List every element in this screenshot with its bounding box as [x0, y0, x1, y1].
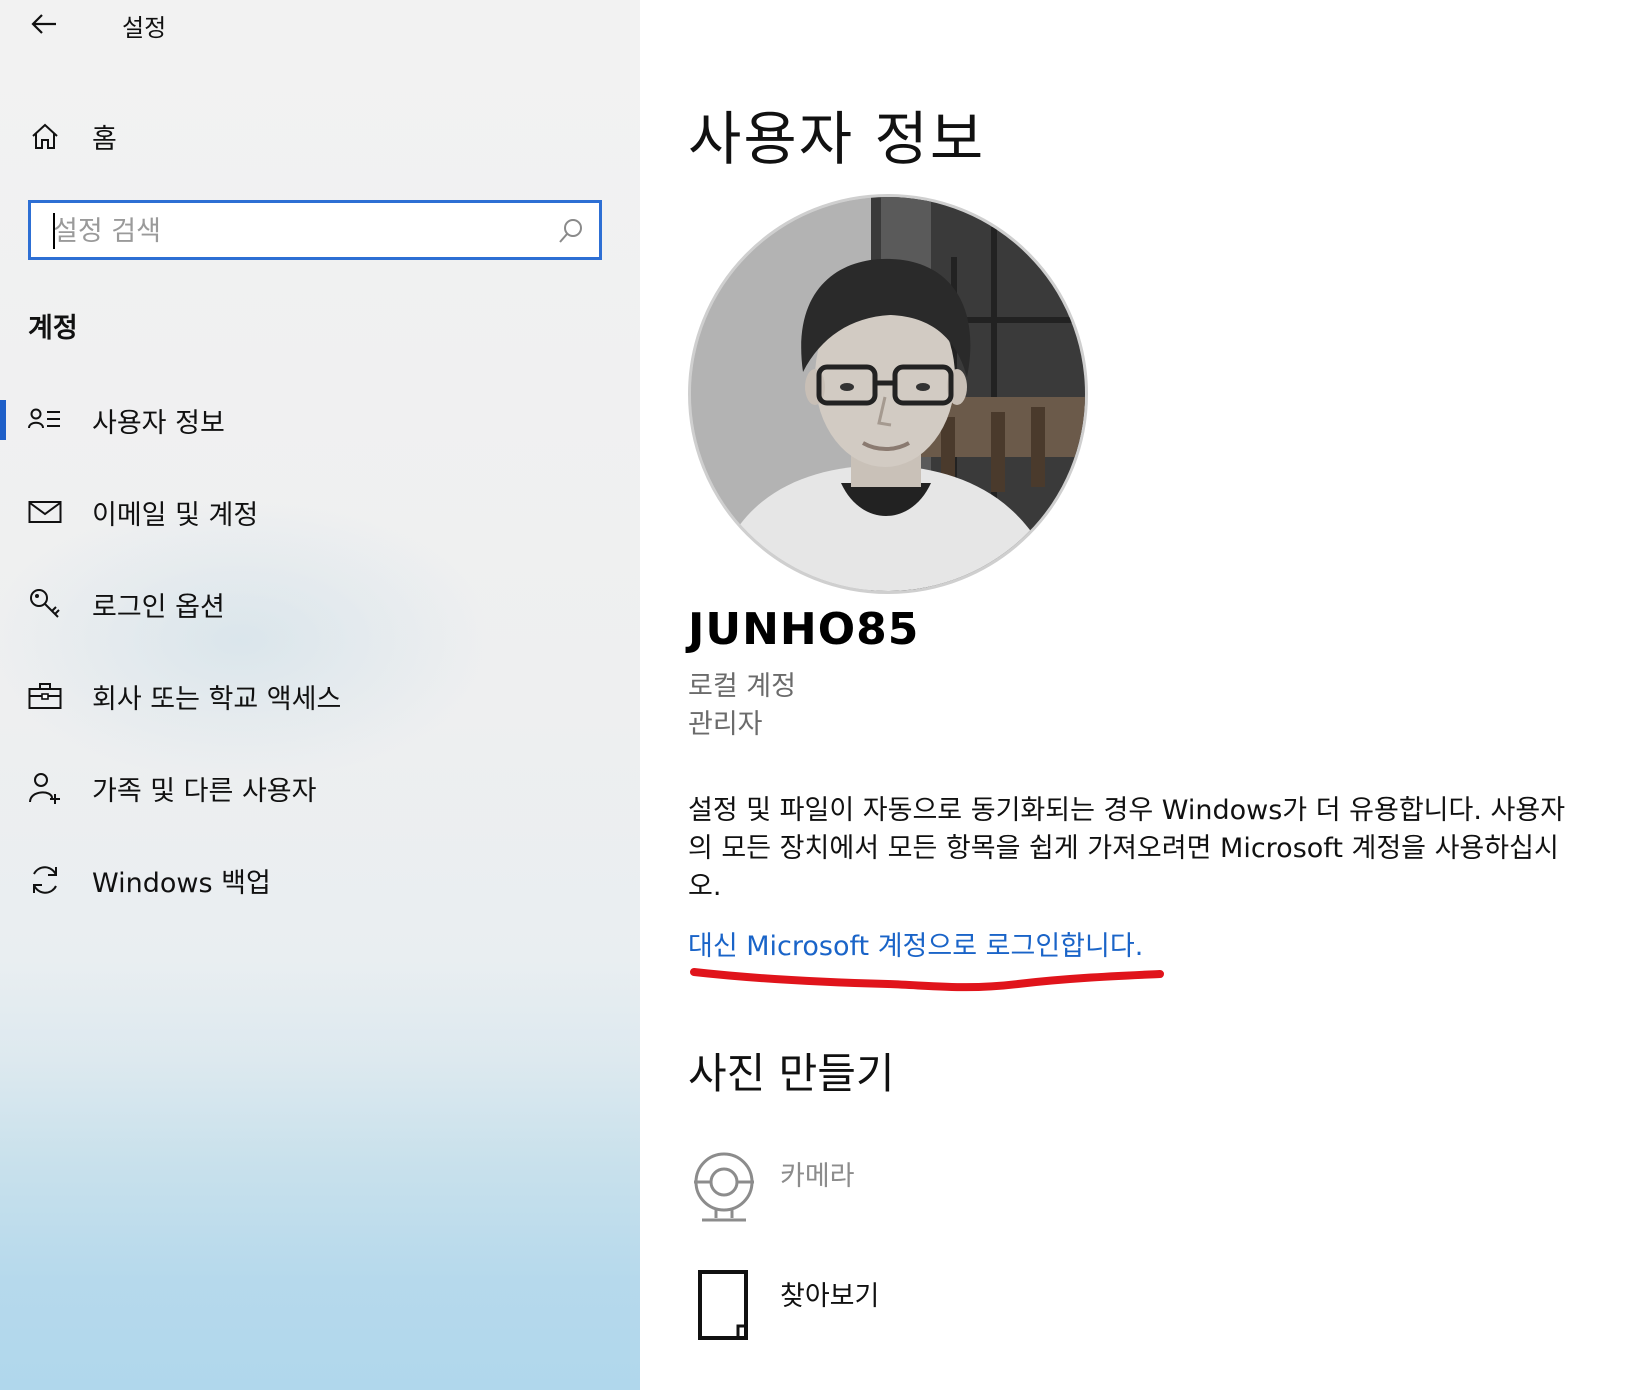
- browse-option[interactable]: 찾아보기: [688, 1266, 1188, 1356]
- page-title: 사용자 정보: [688, 105, 986, 173]
- profile-photo: [691, 197, 1085, 591]
- back-arrow-icon: [31, 14, 56, 34]
- sidebar-item-label: Windows 백업: [92, 867, 271, 899]
- back-button[interactable]: [22, 4, 66, 44]
- account-type: 로컬 계정: [688, 671, 796, 702]
- app-title: 설정: [122, 14, 167, 42]
- avatar: [688, 194, 1088, 594]
- sidebar-item-label: 회사 또는 학교 액세스: [92, 683, 342, 715]
- key-icon: [28, 587, 62, 621]
- sidebar-item-family-users[interactable]: 가족 및 다른 사용자: [0, 756, 640, 820]
- sidebar: 설정 홈 계정: [0, 0, 640, 1390]
- main-content: 사용자 정보 JUNHO85 로컬 계정 관리자 설정 및 파일이 자동으로 동…: [640, 0, 1644, 1390]
- sidebar-item-label: 가족 및 다른 사용자: [92, 775, 317, 807]
- sidebar-item-windows-backup[interactable]: Windows 백업: [0, 848, 640, 912]
- camera-label: 카메라: [780, 1161, 855, 1192]
- sidebar-item-email-accounts[interactable]: 이메일 및 계정: [0, 480, 640, 544]
- section-heading: 계정: [28, 313, 78, 344]
- search-input[interactable]: [51, 209, 565, 253]
- home-icon: [28, 119, 62, 153]
- person-add-icon: [28, 771, 62, 805]
- sidebar-item-your-info[interactable]: 사용자 정보: [0, 388, 640, 452]
- sidebar-item-label: 로그인 옵션: [92, 591, 225, 623]
- username: JUNHO85: [688, 604, 920, 655]
- file-icon: [688, 1266, 758, 1346]
- home-nav-item[interactable]: 홈: [0, 110, 640, 162]
- browse-label: 찾아보기: [780, 1281, 880, 1312]
- settings-window: 설정 홈 계정: [0, 0, 1644, 1390]
- briefcase-icon: [28, 679, 62, 713]
- title-bar: 설정: [0, 0, 640, 48]
- sidebar-item-label: 이메일 및 계정: [92, 499, 259, 531]
- create-photo-heading: 사진 만들기: [688, 1049, 895, 1098]
- sidebar-item-sign-in-options[interactable]: 로그인 옵션: [0, 572, 640, 636]
- sidebar-item-label: 사용자 정보: [92, 407, 225, 439]
- text-cursor: [53, 213, 55, 249]
- person-list-icon: [28, 403, 62, 437]
- home-label: 홈: [92, 123, 117, 155]
- red-annotation-underline: [690, 968, 1164, 992]
- microsoft-account-sign-in-link[interactable]: 대신 Microsoft 계정으로 로그인합니다.: [688, 924, 1143, 963]
- search-box[interactable]: [28, 200, 602, 260]
- camera-option[interactable]: 카메라: [688, 1146, 1188, 1236]
- account-role: 관리자: [688, 709, 763, 740]
- webcam-icon: [688, 1146, 758, 1226]
- search-icon[interactable]: [557, 217, 585, 245]
- sidebar-item-work-school[interactable]: 회사 또는 학교 액세스: [0, 664, 640, 728]
- mail-icon: [28, 495, 62, 529]
- sync-icon: [28, 863, 62, 897]
- active-indicator: [0, 400, 6, 440]
- sync-description: 설정 및 파일이 자동으로 동기화되는 경우 Windows가 더 유용합니다.…: [688, 795, 1566, 902]
